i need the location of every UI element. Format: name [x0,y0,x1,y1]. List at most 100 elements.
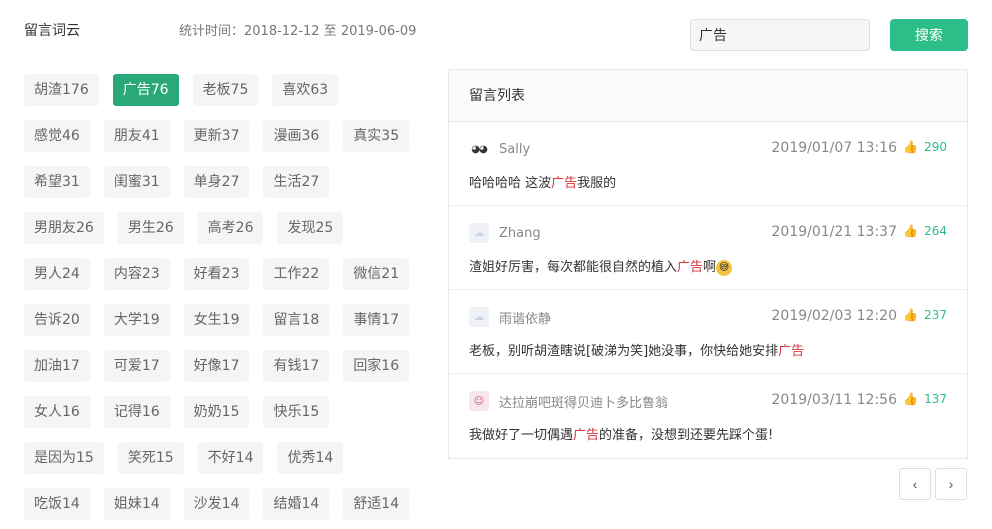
keyword-highlight: 广告 [551,176,578,191]
comment-item: ☁ Zhang 2019/01/21 13:37 👍 264 渣姐好厉害，每次都能很自然的… [449,206,967,290]
word-tag[interactable]: 男生26 [117,212,184,244]
word-tag[interactable]: 好像17 [183,350,250,382]
comment-text-post: 啊 [703,260,717,275]
comment-text-post: 我服的 [577,176,617,191]
word-tag[interactable]: 回家16 [343,350,410,382]
word-tag[interactable]: 舒适14 [343,488,410,520]
comment-author: Sally [499,141,531,157]
tag-row: 女人16 记得16 奶奶15 快乐15 [24,396,424,430]
word-tag[interactable]: 感觉46 [24,120,90,152]
word-tag[interactable]: 是因为15 [24,442,104,474]
like-count[interactable]: 👍 137 [903,392,947,406]
word-tag[interactable]: 希望31 [24,166,90,198]
comment-text-pre: 我做好了一切偶遇 [469,428,574,443]
word-tag[interactable]: 可爱17 [103,350,170,382]
word-tag[interactable]: 广告76 [112,74,179,106]
search-button[interactable]: 搜索 [890,19,968,51]
tag-row: 吃饭14 姐妹14 沙发14 结婚14 舒适14 [24,488,424,522]
keyword-highlight: 广告 [677,260,704,275]
comment-item: ☁ 雨谐依静 2019/02/03 12:20 👍 237 老板，别听胡渣瞎说[破涕为笑]… [449,290,967,374]
word-tag[interactable]: 男人24 [24,258,90,290]
like-count[interactable]: 👍 290 [903,140,947,154]
comment-text-pre: 老板，别听胡渣瞎说[破涕为笑]她没事，你快给她安排 [469,344,779,359]
word-tag[interactable]: 大学19 [103,304,170,336]
thumbs-up-icon: 👍 [903,140,919,154]
tag-row: 希望31 闺蜜31 单身27 生活27 [24,166,424,200]
word-tag[interactable]: 不好14 [197,442,264,474]
like-number: 137 [924,392,947,406]
word-tag[interactable]: 姐妹14 [103,488,170,520]
word-tag[interactable]: 工作22 [263,258,330,290]
word-tag[interactable]: 沙发14 [183,488,250,520]
emoji-icon: 😅 [716,259,733,276]
word-tag[interactable]: 漫画36 [263,120,330,152]
like-number: 264 [924,224,947,238]
word-tag[interactable]: 发现25 [277,212,344,244]
comment-time: 2019/01/07 13:16 [771,140,898,156]
comment-text-pre: 渣姐好厉害，每次都能很自然的植入 [469,260,678,275]
comment-author: 达拉崩吧斑得贝迪卜多比鲁翁 [499,395,669,411]
tag-cloud: 胡渣176 广告76 老板75 喜欢63 感觉46 朋友41 更新37 漫画36 真实35 希望3… [24,74,424,529]
word-tag[interactable]: 吃饭14 [24,488,90,520]
comment-text-pre: 哈哈哈哈 这波 [469,176,552,191]
keyword-highlight: 广告 [573,428,600,443]
like-number: 290 [924,140,947,154]
word-tag[interactable]: 微信21 [343,258,410,290]
word-tag[interactable]: 喜欢63 [272,74,339,106]
comment-time: 2019/02/03 12:20 [771,308,898,324]
word-tag[interactable]: 真实35 [343,120,410,152]
word-tag[interactable]: 快乐15 [263,396,330,428]
comment-text: 哈哈哈哈 这波广告我服的 [469,172,947,191]
word-tag[interactable]: 老板75 [192,74,259,106]
tag-row: 加油17 可爱17 好像17 有钱17 回家16 [24,350,424,384]
keyword-highlight: 广告 [778,344,805,359]
word-tag[interactable]: 高考26 [197,212,264,244]
word-tag[interactable]: 胡渣176 [24,74,99,106]
next-page-button[interactable]: › [935,468,967,500]
comment-text: 渣姐好厉害，每次都能很自然的植入广告啊 😅 [469,256,947,276]
tag-row: 男朋友26 男生26 高考26 发现25 [24,212,424,246]
word-tag[interactable]: 女生19 [183,304,250,336]
word-tag[interactable]: 加油17 [24,350,90,382]
word-tag[interactable]: 闺蜜31 [103,166,170,198]
word-tag[interactable]: 记得16 [103,396,170,428]
word-tag[interactable]: 女人16 [24,396,90,428]
stat-time: 统计时间：2018-12-12 至 2019-06-09 [179,24,417,39]
comment-time: 2019/01/21 13:37 [771,224,898,240]
panel-header: 留言列表 [449,70,967,122]
page-title: 留言词云 [24,23,80,39]
like-count[interactable]: 👍 264 [903,224,947,238]
comment-time: 2019/03/11 12:56 [771,392,898,408]
comment-panel: 留言列表 ◕◕ Sally 2019/01/07 13:16 👍 290 哈哈哈哈 这波广… [448,69,968,459]
word-tag[interactable]: 笑死15 [117,442,184,474]
search-input[interactable] [690,19,870,51]
word-tag[interactable]: 优秀14 [277,442,344,474]
tag-row: 是因为15 笑死15 不好14 优秀14 [24,442,424,476]
word-tag[interactable]: 事情17 [343,304,410,336]
word-tag[interactable]: 告诉20 [24,304,90,336]
like-count[interactable]: 👍 237 [903,308,947,322]
word-tag[interactable]: 单身27 [183,166,250,198]
word-tag[interactable]: 朋友41 [103,120,170,152]
word-tag[interactable]: 有钱17 [263,350,330,382]
like-number: 237 [924,308,947,322]
word-tag[interactable]: 生活27 [263,166,330,198]
comment-text: 老板，别听胡渣瞎说[破涕为笑]她没事，你快给她安排广告 [469,340,947,359]
avatar: ☺ [469,391,489,411]
thumbs-up-icon: 👍 [903,392,919,406]
word-tag[interactable]: 结婚14 [263,488,330,520]
word-tag[interactable]: 内容23 [103,258,170,290]
avatar: ◕◕ [469,139,489,159]
tag-row: 感觉46 朋友41 更新37 漫画36 真实35 [24,120,424,154]
word-tag[interactable]: 更新37 [183,120,250,152]
word-tag[interactable]: 留言18 [263,304,330,336]
tag-row: 男人24 内容23 好看23 工作22 微信21 [24,258,424,292]
tag-row: 胡渣176 广告76 老板75 喜欢63 [24,74,424,108]
word-tag[interactable]: 好看23 [183,258,250,290]
thumbs-up-icon: 👍 [903,224,919,238]
prev-page-button[interactable]: ‹ [899,468,931,500]
word-tag[interactable]: 奶奶15 [183,396,250,428]
word-tag[interactable]: 男朋友26 [24,212,104,244]
comment-author: 雨谐依静 [499,311,552,327]
avatar: ☁ [469,307,489,327]
